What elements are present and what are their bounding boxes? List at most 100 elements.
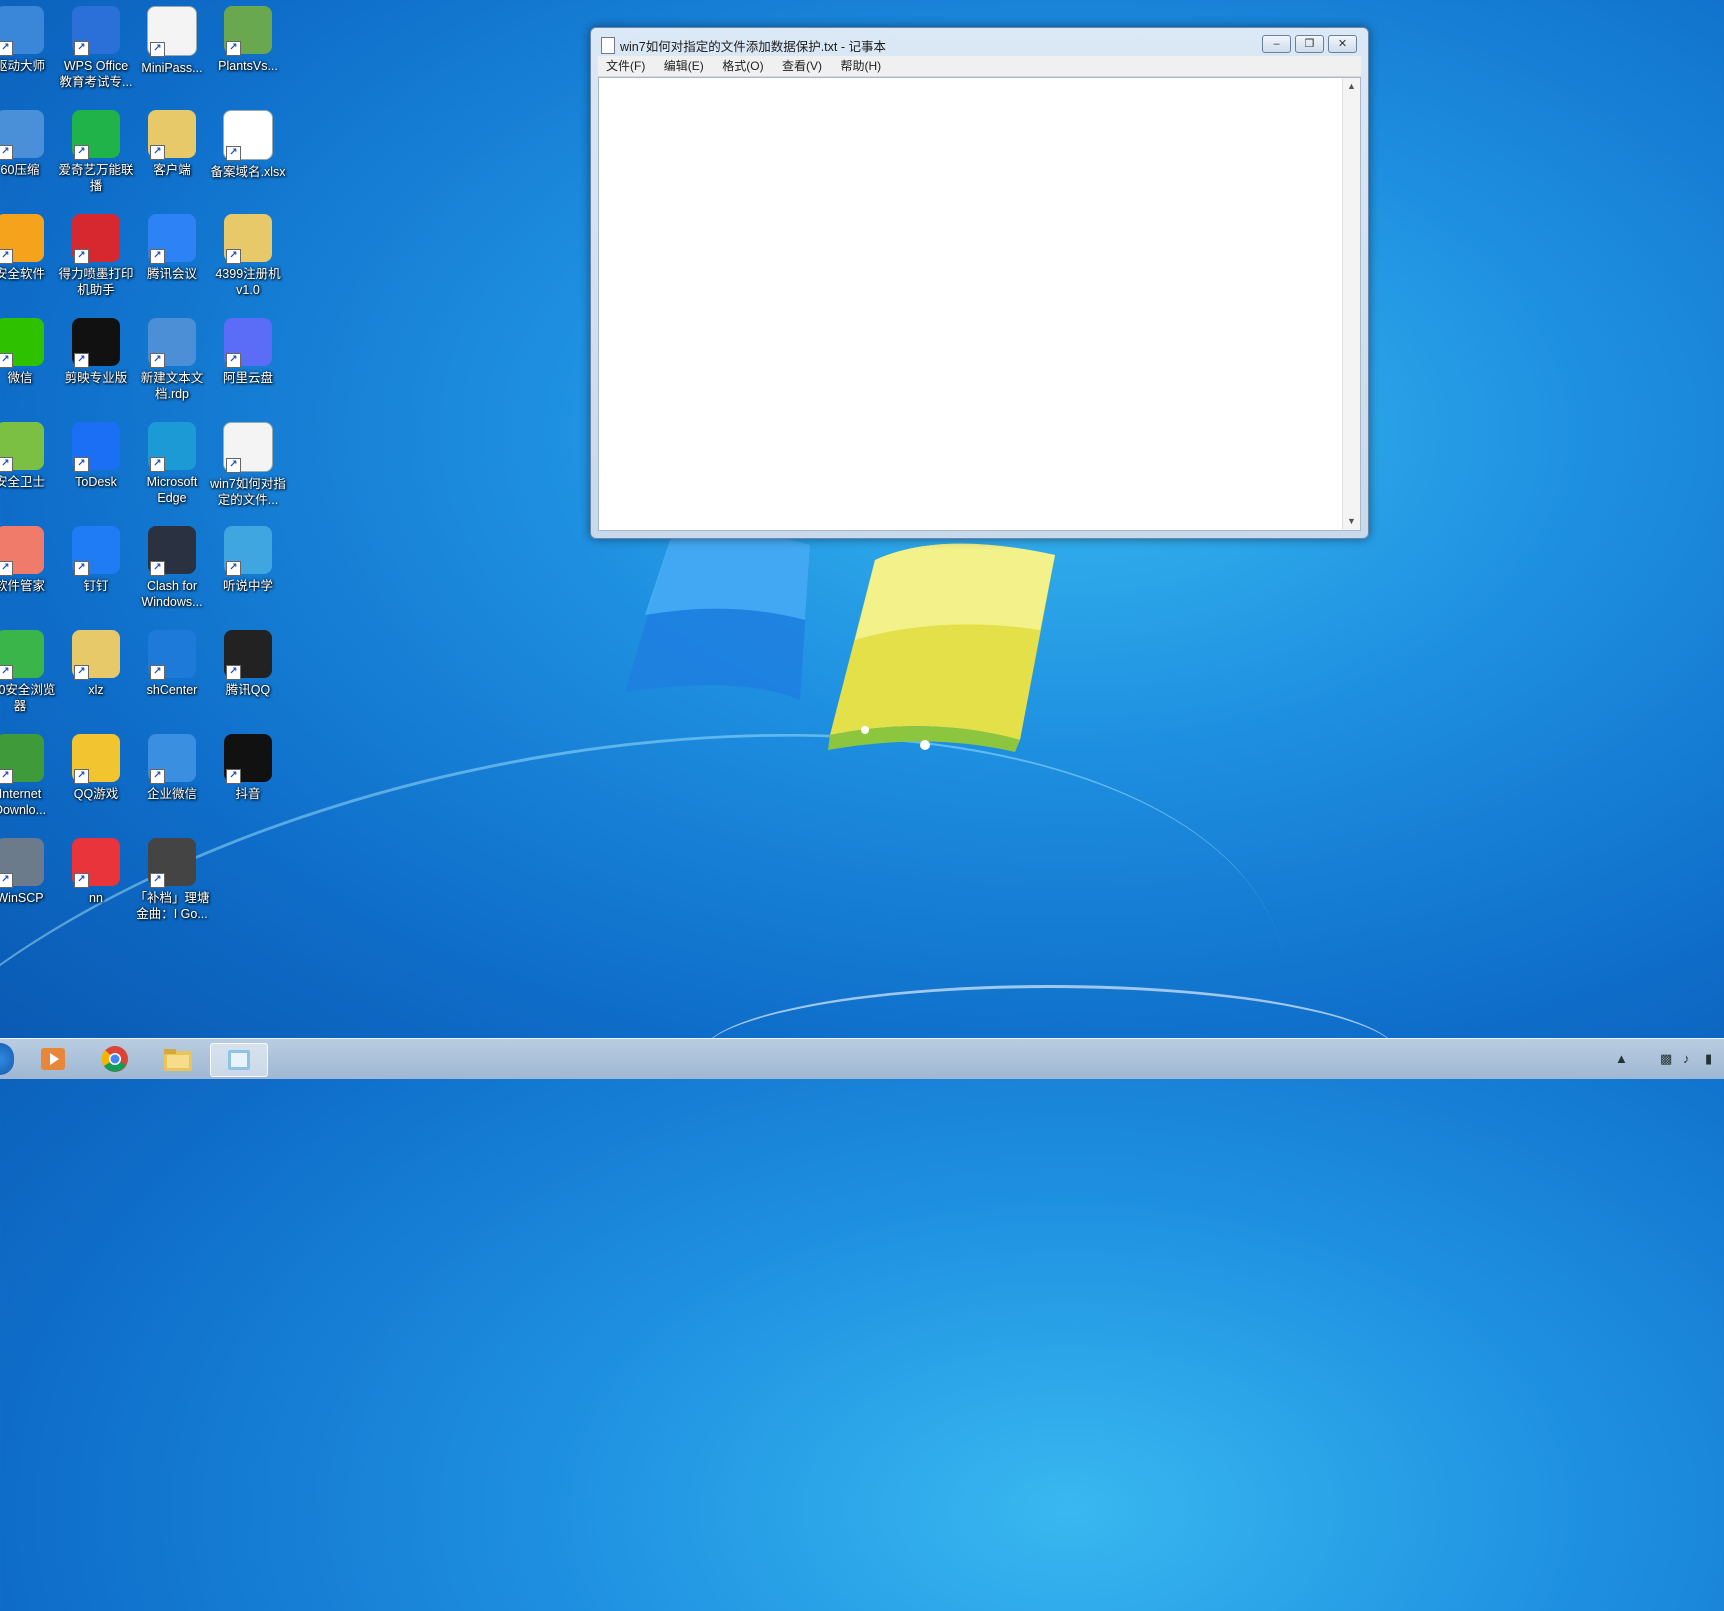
desktop-icon[interactable]: ↗ ToDesk: [58, 422, 134, 490]
deli-icon: ↗: [72, 214, 120, 264]
desktop-icon-label: 安全卫士: [0, 475, 45, 489]
volume-icon[interactable]: ♪: [1683, 1051, 1690, 1066]
desktop-icon-label: ToDesk: [75, 475, 117, 489]
shortcut-arrow-icon: ↗: [74, 457, 89, 472]
windows-logo: [625, 531, 1055, 752]
desktop-icon[interactable]: ↗ 60压缩: [0, 110, 58, 178]
menu-help[interactable]: 帮助(H): [840, 56, 881, 76]
menu-edit[interactable]: 编辑(E): [664, 56, 704, 76]
shortcut-arrow-icon: ↗: [150, 769, 165, 784]
desktop-icon[interactable]: ↗ 安全卫士: [0, 422, 58, 490]
desktop-icon[interactable]: ↗ 爱奇艺万能联播: [58, 110, 134, 194]
desktop-icon[interactable]: ↗ 微信: [0, 318, 58, 386]
shortcut-arrow-icon: ↗: [226, 353, 241, 368]
menu-file[interactable]: 文件(F): [606, 56, 645, 76]
desktop-icon[interactable]: ↗ 得力喷墨打印机助手: [58, 214, 134, 298]
desktop-icon-label: Clash for Windows...: [141, 579, 203, 609]
minimize-button[interactable]: –: [1262, 35, 1291, 53]
desktop-icon[interactable]: ↗ MiniPass...: [134, 6, 210, 76]
notepad-taskbar-button[interactable]: [210, 1043, 268, 1077]
desktop-icon[interactable]: ↗ 安全软件: [0, 214, 58, 282]
360-browser-icon: ↗: [0, 630, 44, 680]
folder-icon: ↗: [148, 110, 196, 160]
desktop-icon-label: WPS Office 教育考试专...: [59, 59, 133, 89]
desktop-icon-label: win7如何对指定的文件...: [210, 477, 286, 507]
text-editor[interactable]: ▲ ▼: [598, 77, 1361, 531]
desktop-icon[interactable]: ↗ xlz: [58, 630, 134, 698]
desktop-icon[interactable]: ↗ 新建文本文档.rdp: [134, 318, 210, 402]
desktop-icon[interactable]: ↗ Clash for Windows...: [134, 526, 210, 610]
window-title: win7如何对指定的文件添加数据保护.txt - 记事本: [620, 40, 886, 54]
desktop-icon-label: WinSCP: [0, 891, 44, 905]
desktop-icon-label: 企业微信: [146, 787, 197, 801]
desktop-icon[interactable]: ↗ 剪映专业版: [58, 318, 134, 386]
vertical-scrollbar[interactable]: ▲ ▼: [1342, 78, 1360, 530]
desktop-icon-label: 抖音: [235, 787, 261, 801]
shortcut-arrow-icon: ↗: [74, 769, 89, 784]
iqiyi-icon: ↗: [72, 110, 120, 160]
360-guard-icon: ↗: [0, 422, 44, 472]
explorer-icon[interactable]: [158, 1043, 198, 1075]
desktop-icon[interactable]: ↗ 驱动大师: [0, 6, 58, 74]
desktop-icon[interactable]: ↗ 企业微信: [134, 734, 210, 802]
desktop-icon[interactable]: ↗ QQ游戏: [58, 734, 134, 802]
desktop-icon[interactable]: ↗ 腾讯QQ: [210, 630, 286, 698]
media-player-icon[interactable]: [33, 1043, 73, 1075]
wechat-icon: ↗: [0, 318, 44, 368]
desktop-icon[interactable]: ↗ 4399注册机v1.0: [210, 214, 286, 298]
shortcut-arrow-icon: ↗: [226, 769, 241, 784]
winscp-icon: ↗: [0, 838, 44, 888]
idm-icon: ↗: [0, 734, 44, 784]
shortcut-arrow-icon: ↗: [150, 665, 165, 680]
menu-view[interactable]: 查看(V): [782, 56, 822, 76]
qq-game-icon: ↗: [72, 734, 120, 784]
desktop-icon[interactable]: ↗ win7如何对指定的文件...: [210, 422, 286, 508]
desktop-icon[interactable]: ↗ nn: [58, 838, 134, 906]
signal-icon[interactable]: ▮: [1705, 1051, 1712, 1067]
desktop-icon[interactable]: ↗ shCenter: [134, 630, 210, 698]
shortcut-arrow-icon: ↗: [74, 873, 89, 888]
desktop-icon[interactable]: ↗ Microsoft Edge: [134, 422, 210, 506]
shortcut-arrow-icon: ↗: [226, 458, 241, 473]
desktop-icon-label: 「补档」理塘金曲：I Go...: [134, 891, 210, 921]
menu-format[interactable]: 格式(O): [722, 56, 763, 76]
desktop-icon[interactable]: ↗ Internet Downlo...: [0, 734, 58, 818]
start-button[interactable]: [0, 1043, 14, 1075]
close-button[interactable]: ✕: [1328, 35, 1357, 53]
desktop-icon[interactable]: ↗ 钉钉: [58, 526, 134, 594]
restore-button[interactable]: ❐: [1295, 35, 1324, 53]
desktop-icon[interactable]: ↗ PlantsVs...: [210, 6, 286, 74]
flash-center-icon: ↗: [148, 630, 196, 680]
scroll-down-icon[interactable]: ▼: [1343, 513, 1360, 530]
title-bar[interactable]: win7如何对指定的文件添加数据保护.txt - 记事本 – ❐ ✕: [591, 28, 1368, 58]
shortcut-arrow-icon: ↗: [150, 561, 165, 576]
desktop-icon[interactable]: ↗ 腾讯会议: [134, 214, 210, 282]
desktop-icon-label: 新建文本文档.rdp: [140, 371, 204, 401]
desktop-icon[interactable]: ↗ 阿里云盘: [210, 318, 286, 386]
clash-icon: ↗: [148, 526, 196, 576]
desktop-icon[interactable]: ↗ 「补档」理塘金曲：I Go...: [134, 838, 210, 922]
desktop-icon[interactable]: ↗ 听说中学: [210, 526, 286, 594]
desktop-icon[interactable]: ↗ WPS Office 教育考试专...: [58, 6, 134, 90]
shortcut-arrow-icon: ↗: [74, 665, 89, 680]
desktop-icon[interactable]: ↗ WinSCP: [0, 838, 58, 906]
shortcut-arrow-icon: ↗: [150, 42, 165, 57]
dingtalk-icon: ↗: [72, 526, 120, 576]
desktop-icon[interactable]: ↗ 软件管家: [0, 526, 58, 594]
desktop-icon-label: 腾讯会议: [146, 267, 197, 281]
chrome-icon[interactable]: [95, 1043, 135, 1075]
qq-icon: ↗: [224, 630, 272, 680]
nn-icon: ↗: [72, 838, 120, 888]
desktop-icon[interactable]: ↗ 备案域名.xlsx: [210, 110, 286, 180]
tencent-meeting-icon: ↗: [148, 214, 196, 264]
shortcut-arrow-icon: ↗: [0, 561, 13, 576]
shortcut-arrow-icon: ↗: [150, 249, 165, 264]
desktop-icon[interactable]: ↗ 客户端: [134, 110, 210, 178]
scroll-up-icon[interactable]: ▲: [1343, 78, 1360, 95]
desktop-icon[interactable]: ↗ 抖音: [210, 734, 286, 802]
shortcut-arrow-icon: ↗: [150, 873, 165, 888]
show-hidden-icon[interactable]: ▲: [1615, 1051, 1628, 1066]
shortcut-arrow-icon: ↗: [0, 41, 13, 56]
network-icon[interactable]: ▩: [1660, 1051, 1672, 1067]
desktop-icon[interactable]: ↗ 360安全浏览器: [0, 630, 58, 714]
